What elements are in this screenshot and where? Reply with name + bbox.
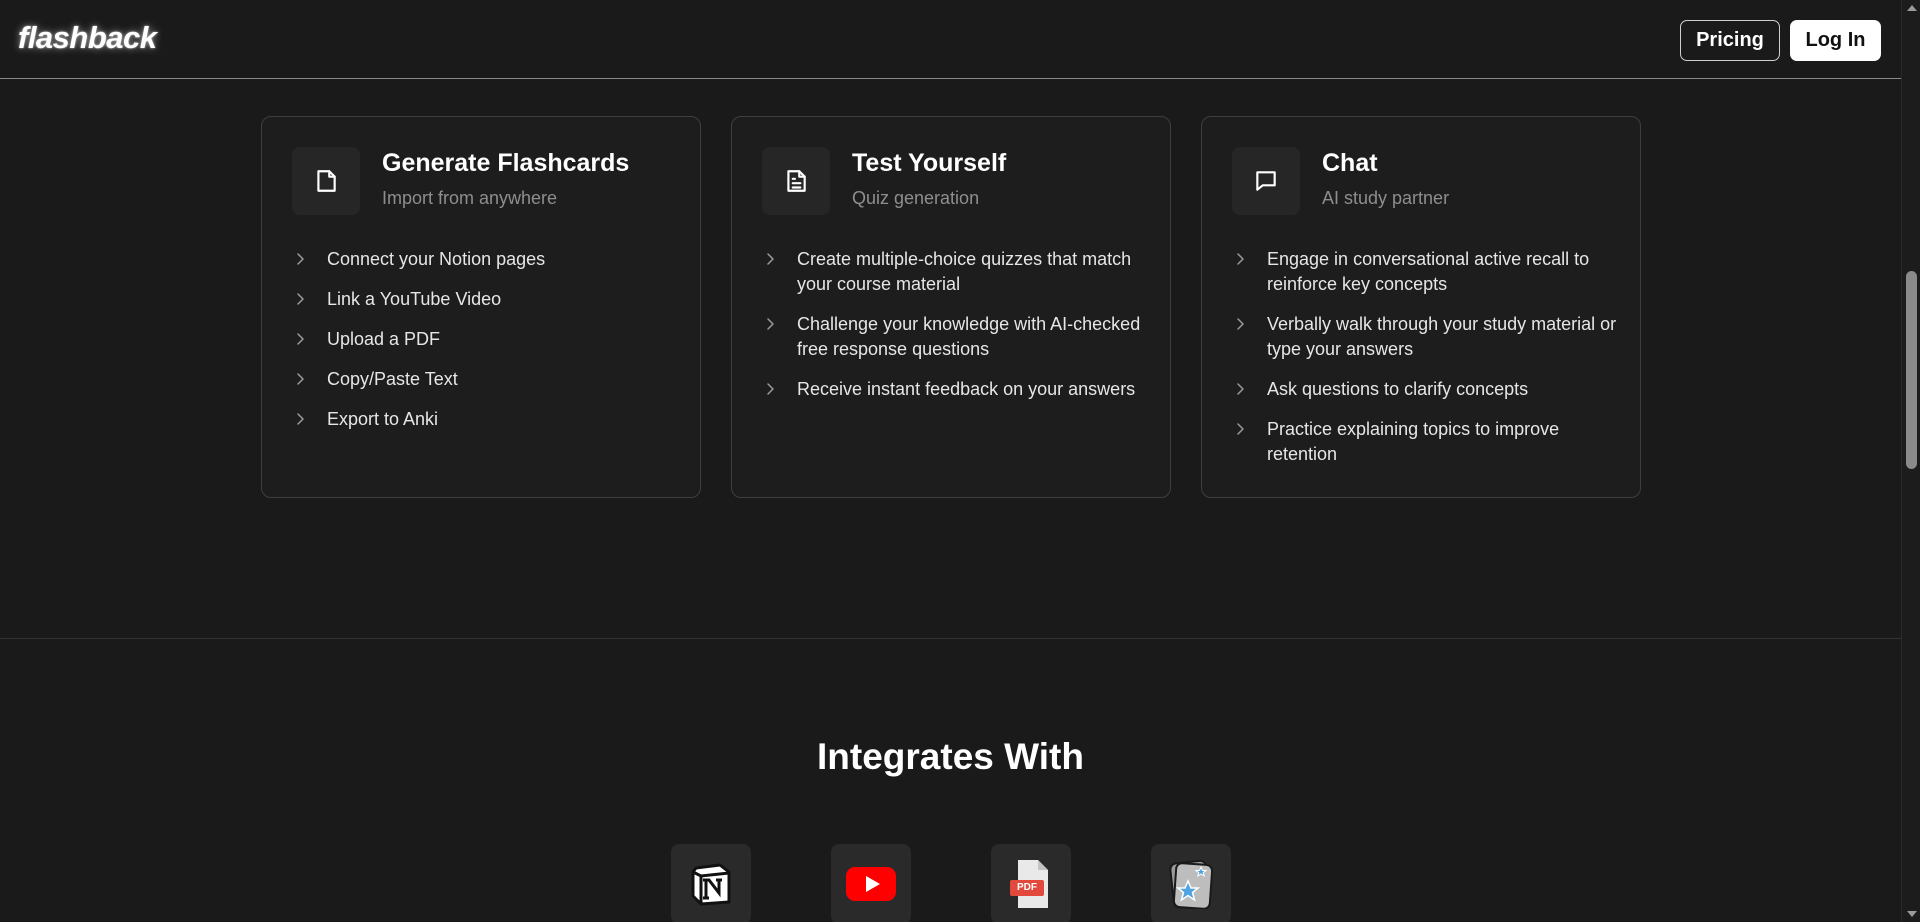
youtube-logo-icon (846, 867, 896, 901)
page-scrollbar[interactable] (1901, 0, 1920, 922)
chevron-right-icon (297, 413, 304, 425)
notion-logo-icon (691, 863, 731, 906)
file-icon (292, 147, 360, 215)
list-item-text: Upload a PDF (327, 329, 441, 349)
chevron-right-icon (297, 373, 304, 385)
list-item-text: Link a YouTube Video (327, 289, 502, 309)
list-item-text: Export to Anki (327, 409, 439, 429)
chevron-right-icon (767, 318, 774, 330)
list-item-text: Receive instant feedback on your answers (797, 379, 1136, 399)
list-item: Upload a PDF (292, 327, 682, 352)
list-item-text: Create multiple-choice quizzes that matc… (797, 249, 1132, 294)
chat-bubble-icon (1232, 147, 1300, 215)
list-item: Copy/Paste Text (292, 367, 682, 392)
card-title: Generate Flashcards (382, 149, 630, 177)
list-item: Engage in conversational active recall t… (1232, 247, 1622, 297)
feature-list: Connect your Notion pages Link a YouTube… (292, 247, 682, 447)
list-item: Connect your Notion pages (292, 247, 682, 272)
card-title: Chat (1322, 149, 1378, 177)
feature-card-test-yourself: Test Yourself Quiz generation Create mul… (731, 116, 1171, 498)
scroll-down-arrow-icon[interactable] (1907, 911, 1917, 917)
list-item: Create multiple-choice quizzes that matc… (762, 247, 1152, 297)
chevron-right-icon (767, 253, 774, 265)
card-subtitle: Quiz generation (852, 188, 980, 208)
list-item-text: Ask questions to clarify concepts (1267, 379, 1529, 399)
list-item-text: Practice explaining topics to improve re… (1267, 419, 1560, 464)
feature-list: Create multiple-choice quizzes that matc… (762, 247, 1152, 417)
pdf-badge-label: PDF (1017, 882, 1037, 893)
list-item: Practice explaining topics to improve re… (1232, 417, 1622, 467)
feature-card-flashcards: Generate Flashcards Import from anywhere… (261, 116, 701, 498)
feature-list: Engage in conversational active recall t… (1232, 247, 1622, 482)
section-divider (0, 638, 1901, 639)
pdf-file-icon: PDF (1008, 858, 1054, 910)
list-item: Link a YouTube Video (292, 287, 682, 312)
card-subtitle: Import from anywhere (382, 188, 558, 208)
chevron-right-icon (1237, 383, 1244, 395)
list-item: Export to Anki (292, 407, 682, 432)
list-item: Challenge your knowledge with AI-checked… (762, 312, 1152, 362)
list-item-text: Engage in conversational active recall t… (1267, 249, 1590, 294)
list-item: Receive instant feedback on your answers (762, 377, 1152, 402)
list-item-text: Challenge your knowledge with AI-checked… (797, 314, 1141, 359)
card-subtitle: AI study partner (1322, 188, 1450, 208)
document-text-icon (762, 147, 830, 215)
logo[interactable]: flashback (18, 20, 157, 56)
top-nav: flashback Pricing Log In (0, 0, 1901, 79)
notion-tile (671, 844, 751, 922)
chevron-right-icon (1237, 423, 1244, 435)
list-item: Ask questions to clarify concepts (1232, 377, 1622, 402)
list-item-text: Connect your Notion pages (327, 249, 546, 269)
chevron-right-icon (1237, 253, 1244, 265)
list-item: Verbally walk through your study materia… (1232, 312, 1622, 362)
anki-logo-icon (1169, 859, 1214, 909)
chevron-right-icon (297, 333, 304, 345)
list-item-text: Copy/Paste Text (327, 369, 458, 389)
anki-tile (1151, 844, 1231, 922)
chevron-right-icon (1237, 318, 1244, 330)
login-button[interactable]: Log In (1790, 20, 1881, 61)
chevron-right-icon (297, 253, 304, 265)
youtube-tile (831, 844, 911, 922)
integrations-heading: Integrates With (817, 736, 1084, 777)
scroll-thumb[interactable] (1906, 271, 1917, 469)
list-item-text: Verbally walk through your study materia… (1267, 314, 1617, 359)
chevron-right-icon (297, 293, 304, 305)
pricing-button[interactable]: Pricing (1680, 20, 1780, 61)
feature-card-chat: Chat AI study partner Engage in conversa… (1201, 116, 1641, 498)
pdf-tile: PDF (991, 844, 1071, 922)
chevron-right-icon (767, 383, 774, 395)
scroll-up-arrow-icon[interactable] (1907, 5, 1917, 11)
card-title: Test Yourself (852, 149, 1007, 177)
